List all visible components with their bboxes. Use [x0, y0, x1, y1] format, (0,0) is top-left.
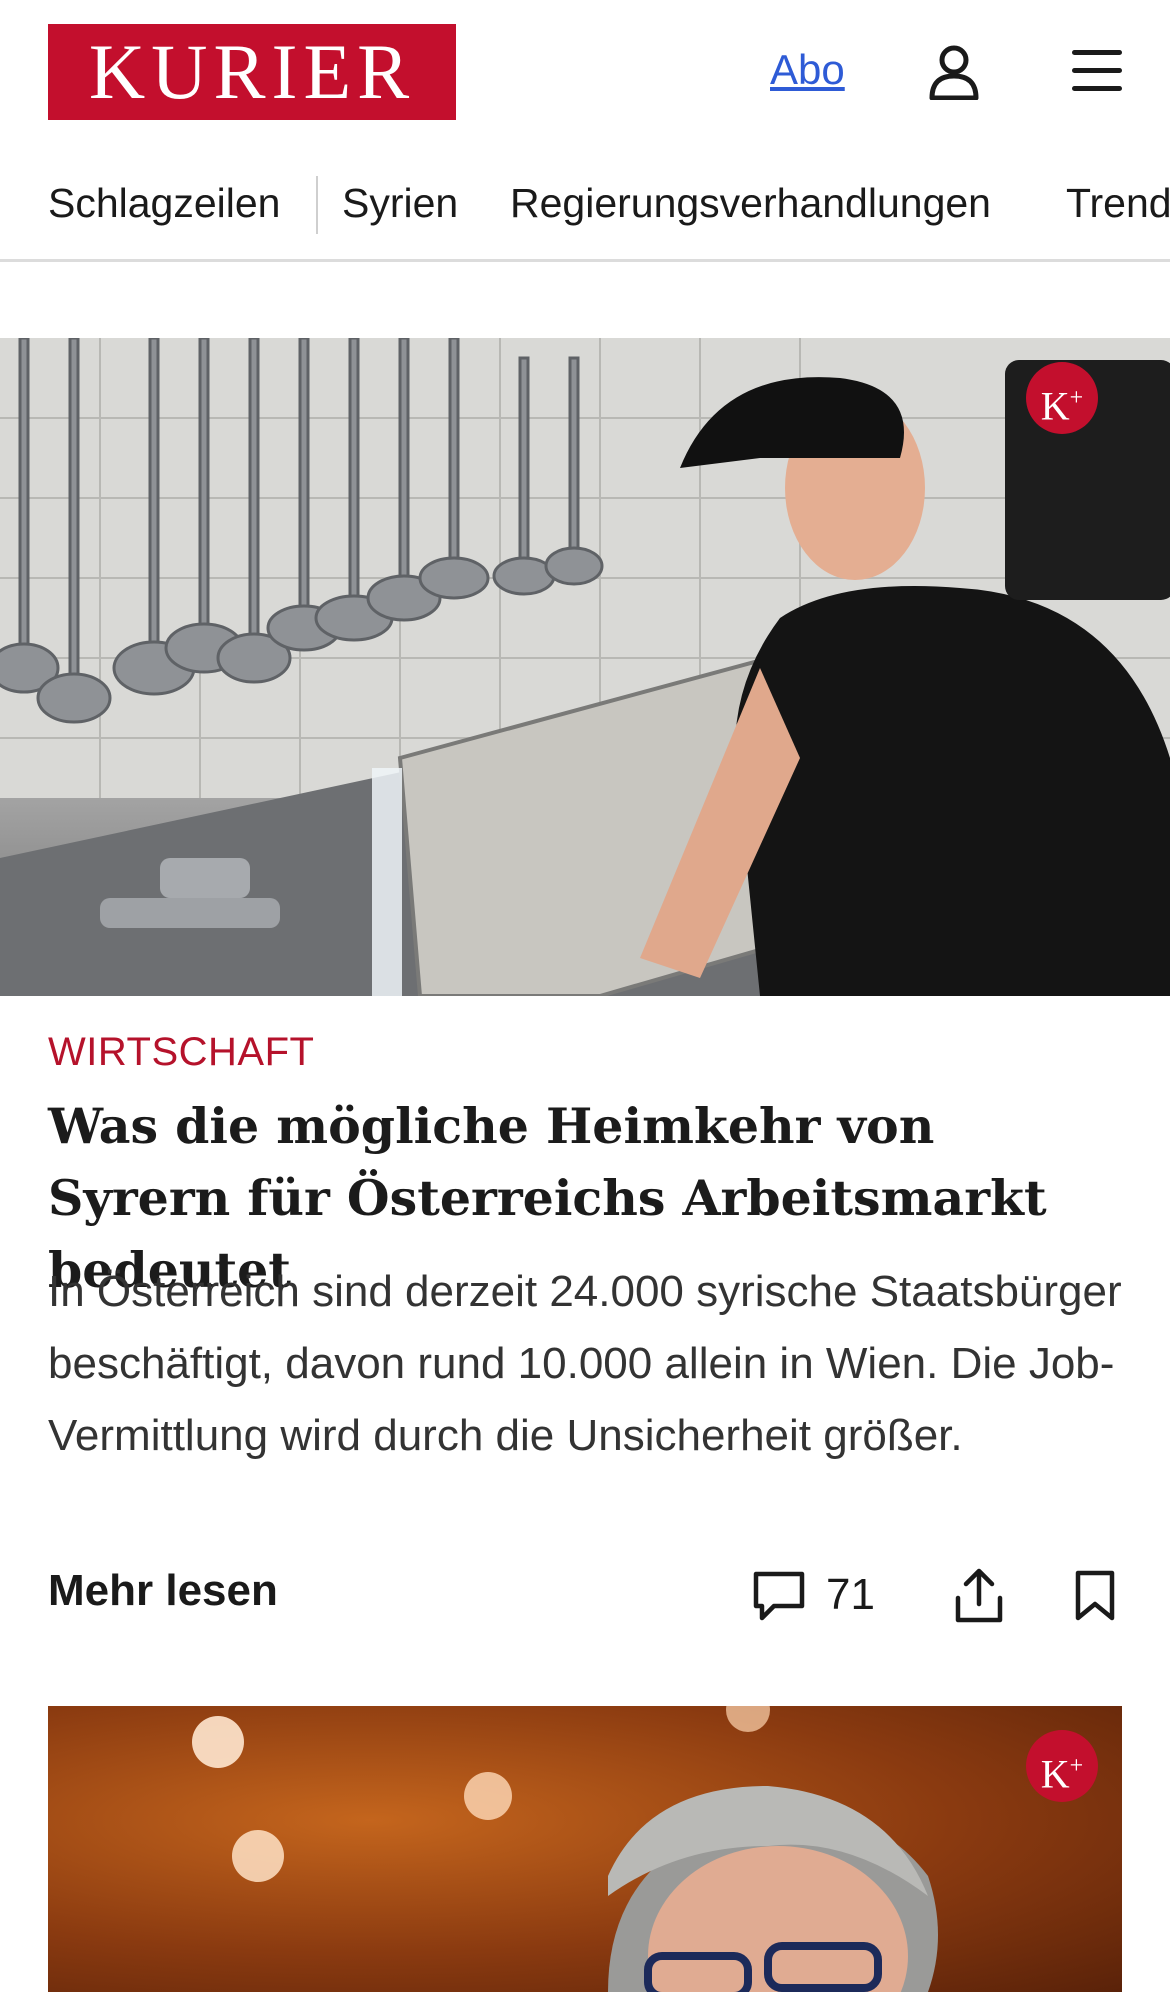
hamburger-menu-icon[interactable] — [1070, 46, 1124, 96]
nav-divider — [316, 176, 318, 234]
bookmark-icon[interactable] — [1074, 1570, 1116, 1622]
premium-badge-icon: K+ — [1026, 1730, 1098, 1802]
nav-item-syrien[interactable]: Syrien — [342, 180, 458, 227]
article-teaser[interactable]: In Österreich sind derzeit 24.000 syrisc… — [48, 1256, 1138, 1472]
kurier-logo[interactable]: KURIER — [48, 24, 456, 120]
site-header: KURIER Abo — [0, 0, 1170, 150]
read-more-link[interactable]: Mehr lesen — [48, 1566, 278, 1616]
portrait-photo — [192, 1706, 938, 1992]
user-icon[interactable] — [928, 44, 980, 100]
premium-badge-icon: K+ — [1026, 362, 1098, 434]
second-article-image[interactable]: K+ — [48, 1706, 1122, 1992]
comment-count[interactable]: 71 — [826, 1570, 875, 1620]
article-image[interactable]: K+ — [0, 338, 1170, 996]
topic-navigation: Schlagzeilen Syrien Regierungsverhandlun… — [0, 160, 1170, 262]
abo-link[interactable]: Abo — [770, 46, 845, 94]
share-icon[interactable] — [954, 1568, 1004, 1624]
comment-icon[interactable] — [752, 1570, 806, 1622]
page: KURIER Abo Schlagzeilen Syrien Regierung… — [0, 0, 1170, 1992]
nav-item-schlagzeilen[interactable]: Schlagzeilen — [48, 180, 281, 227]
article-category[interactable]: WIRTSCHAFT — [48, 1030, 314, 1075]
nav-item-trend[interactable]: Trend — [1066, 180, 1170, 227]
nav-item-regierungsverhandlungen[interactable]: Regierungsverhandlungen — [510, 180, 991, 227]
kitchen-photo — [0, 338, 1170, 996]
